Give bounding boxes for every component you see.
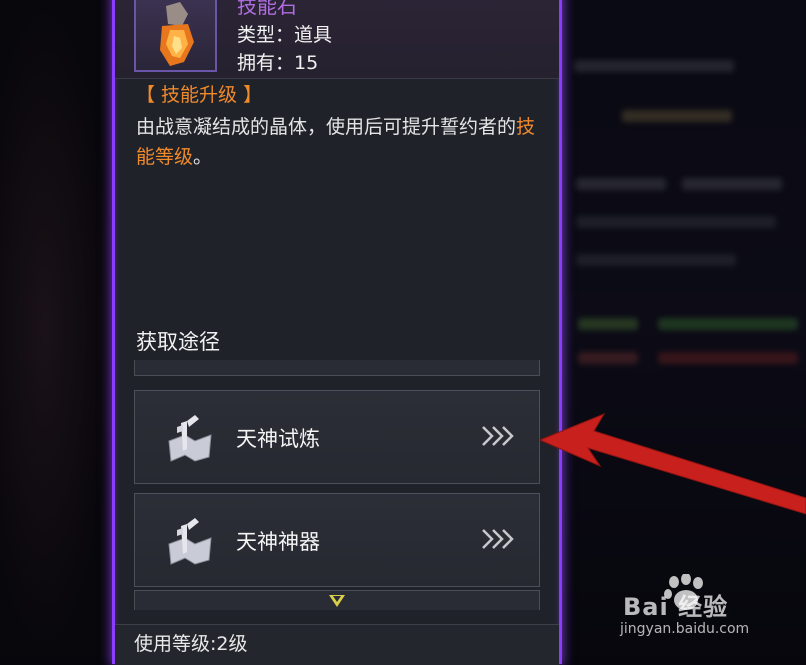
item-description: 由战意凝结成的晶体，使用后可提升誓约者的技能等级。 (136, 112, 546, 172)
item-type: 类型：道具 (237, 24, 333, 46)
triple-chevron-right-icon[interactable] (481, 528, 515, 550)
description-end: 。 (193, 146, 213, 168)
orange-crystal-icon (160, 2, 194, 66)
watermark-brand: Bai 经验 (623, 593, 729, 621)
map-statue-icon (168, 415, 212, 462)
item-owned-count: 拥有：15 (237, 52, 319, 74)
route-tianshen-artifact[interactable]: 天神神器 (134, 493, 540, 587)
item-icon-frame (134, 0, 217, 72)
use-level-text: 使用等级:2级 (134, 633, 248, 655)
description-text: 由战意凝结成的晶体，使用后可提升誓约者的 (136, 116, 517, 138)
route-tianshen-trial[interactable]: 天神试炼 (134, 390, 540, 484)
item-name: 技能石 (237, 0, 297, 18)
footer-bar: 使用等级:2级 (115, 624, 559, 665)
chevron-down-icon[interactable] (328, 594, 346, 608)
watermark-url: jingyan.baidu.com (620, 621, 750, 637)
section-tag: 【 技能升级 】 (136, 84, 263, 106)
background-left (0, 0, 112, 656)
item-header: 技能石 类型：道具 拥有：15 (115, 0, 559, 79)
map-statue-icon (168, 518, 212, 565)
list-item-partial-top[interactable] (134, 360, 540, 376)
acquire-title: 获取途径 (136, 330, 220, 354)
item-detail-panel: 技能石 类型：道具 拥有：15 【 技能升级 】 由战意凝结成的晶体，使用后可提… (112, 0, 562, 665)
triple-chevron-right-icon[interactable] (481, 425, 515, 447)
background-right (562, 0, 806, 656)
route-label: 天神神器 (236, 530, 320, 554)
route-label: 天神试炼 (236, 427, 320, 451)
